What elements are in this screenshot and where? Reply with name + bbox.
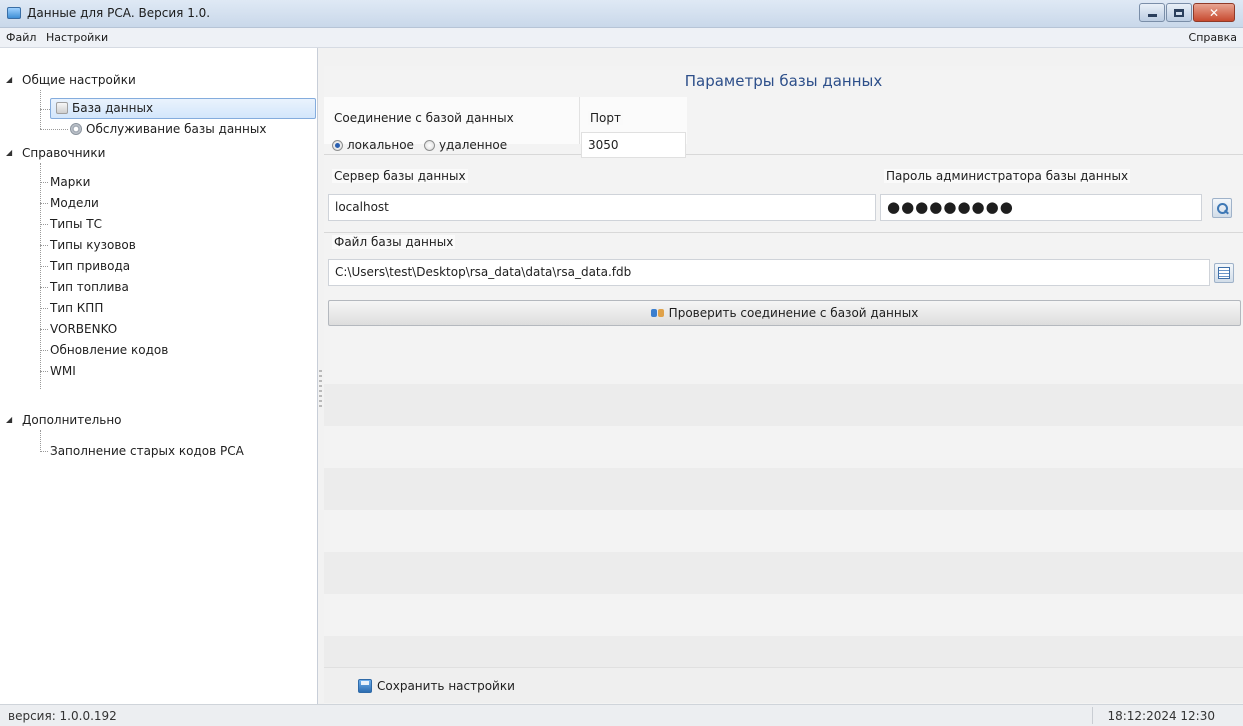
close-icon: ✕: [1208, 5, 1220, 20]
status-separator: [1092, 707, 1093, 724]
navigation-tree: ◢ Общие настройки База данных Обслуживан…: [0, 48, 318, 704]
tree-item-label: Обслуживание базы данных: [86, 122, 267, 136]
radio-remote-label[interactable]: удаленное: [439, 138, 507, 152]
save-bar: Сохранить настройки: [324, 667, 1243, 703]
server-label: Сервер базы данных: [332, 169, 468, 183]
gear-icon: [70, 123, 82, 135]
tree-item-gearbox-type[interactable]: Тип КПП: [50, 298, 103, 318]
minimize-button[interactable]: [1139, 3, 1165, 22]
check-connection-button[interactable]: Проверить соединение с базой данных: [328, 300, 1241, 326]
db-file-input[interactable]: C:\Users\test\Desktop\rsa_data\data\rsa_…: [328, 259, 1210, 286]
tree-group-additional[interactable]: ◢ Дополнительно: [6, 410, 122, 430]
background-stripe: [324, 468, 1243, 510]
save-icon: [358, 679, 372, 693]
group-divider: [324, 154, 1243, 155]
connection-label: Соединение с базой данных: [332, 111, 516, 125]
tree-connector: [40, 371, 48, 372]
tree-item-models[interactable]: Модели: [50, 193, 99, 213]
database-icon: [56, 102, 68, 114]
status-bar: версия: 1.0.0.192 18:12:2024 12:30: [0, 704, 1243, 726]
tree-item-db-maintenance[interactable]: Обслуживание базы данных: [70, 119, 266, 139]
splitter-handle[interactable]: [319, 370, 322, 410]
tree-connector: [40, 245, 48, 246]
minimize-icon: [1147, 14, 1157, 17]
tree-connector: [40, 451, 48, 452]
window-title: Данные для РСА. Версия 1.0.: [27, 6, 211, 20]
tree-connector: [40, 350, 48, 351]
tree-connector: [40, 308, 48, 309]
tree-connector: [40, 287, 48, 288]
port-label: Порт: [588, 111, 623, 125]
tree-item-vorbenko[interactable]: VORBENKO: [50, 319, 117, 339]
link-icon: [650, 307, 665, 319]
tree-item-database[interactable]: База данных: [56, 98, 153, 118]
tree-connector: [40, 163, 41, 389]
tree-group-label: Общие настройки: [22, 73, 136, 87]
collapse-arrow-icon[interactable]: ◢: [6, 410, 12, 430]
tree-item-code-update[interactable]: Обновление кодов: [50, 340, 168, 360]
save-settings-label: Сохранить настройки: [377, 679, 515, 693]
tree-group-label: Справочники: [22, 146, 106, 160]
title-bar[interactable]: Данные для РСА. Версия 1.0. ✕: [0, 0, 1243, 28]
tree-connector: [40, 329, 48, 330]
tree-item-vehicle-types[interactable]: Типы ТС: [50, 214, 102, 234]
maximize-icon: [1174, 8, 1184, 17]
app-icon: [7, 7, 21, 19]
datetime-text: 18:12:2024 12:30: [1107, 709, 1215, 723]
version-text: версия: 1.0.0.192: [8, 709, 117, 723]
menu-bar: Файл Настройки Справка: [0, 28, 1243, 48]
search-icon: [1216, 202, 1228, 214]
db-file-label: Файл базы данных: [332, 235, 456, 249]
background-stripe: [324, 384, 1243, 426]
tree-connector: [40, 266, 48, 267]
radio-local-label[interactable]: локальное: [347, 138, 414, 152]
tree-item-brands[interactable]: Марки: [50, 172, 90, 192]
tree-item-wmi[interactable]: WMI: [50, 361, 76, 381]
settings-panel: Параметры базы данных Соединение с базой…: [324, 66, 1243, 704]
tree-connector: [40, 430, 41, 452]
tree-item-old-rsa-codes[interactable]: Заполнение старых кодов РСА: [50, 441, 244, 461]
port-input[interactable]: 3050: [581, 132, 686, 158]
db-file-browse-button[interactable]: [1214, 263, 1234, 283]
tree-group-label: Дополнительно: [22, 413, 122, 427]
tree-item-fuel-type[interactable]: Тип топлива: [50, 277, 129, 297]
tree-item-drive-type[interactable]: Тип привода: [50, 256, 130, 276]
admin-password-label: Пароль администратора базы данных: [884, 169, 1131, 183]
tree-group-general[interactable]: ◢ Общие настройки: [6, 70, 136, 90]
password-lookup-button[interactable]: [1212, 198, 1232, 218]
app-window: Данные для РСА. Версия 1.0. ✕ Файл Настр…: [0, 0, 1243, 726]
background-stripe: [324, 552, 1243, 594]
tree-connector: [40, 182, 48, 183]
window-controls: ✕: [1139, 3, 1235, 23]
collapse-arrow-icon[interactable]: ◢: [6, 143, 12, 163]
maximize-button[interactable]: [1166, 3, 1192, 22]
menu-help[interactable]: Справка: [1189, 31, 1237, 44]
close-button[interactable]: ✕: [1193, 3, 1235, 22]
tree-group-directories[interactable]: ◢ Справочники: [6, 143, 106, 163]
tree-connector: [40, 224, 48, 225]
menu-settings[interactable]: Настройки: [46, 31, 108, 44]
tree-item-body-types[interactable]: Типы кузовов: [50, 235, 136, 255]
server-input[interactable]: localhost: [328, 194, 876, 221]
admin-password-input[interactable]: ●●●●●●●●●: [880, 194, 1202, 221]
radio-remote[interactable]: [423, 139, 435, 151]
collapse-arrow-icon[interactable]: ◢: [6, 70, 12, 90]
background-stripe: [324, 636, 1243, 667]
tree-item-label: База данных: [72, 101, 154, 115]
menu-file[interactable]: Файл: [6, 31, 36, 44]
tree-connector: [40, 203, 48, 204]
connection-radio-group: локальное удаленное: [332, 138, 517, 152]
save-settings-button[interactable]: Сохранить настройки: [358, 676, 515, 696]
panel-title: Параметры базы данных: [684, 72, 883, 90]
tree-connector: [40, 129, 68, 130]
radio-local[interactable]: [332, 139, 343, 151]
group-divider: [324, 232, 1243, 233]
folder-icon: [1218, 267, 1230, 279]
check-connection-label: Проверить соединение с базой данных: [668, 306, 919, 320]
